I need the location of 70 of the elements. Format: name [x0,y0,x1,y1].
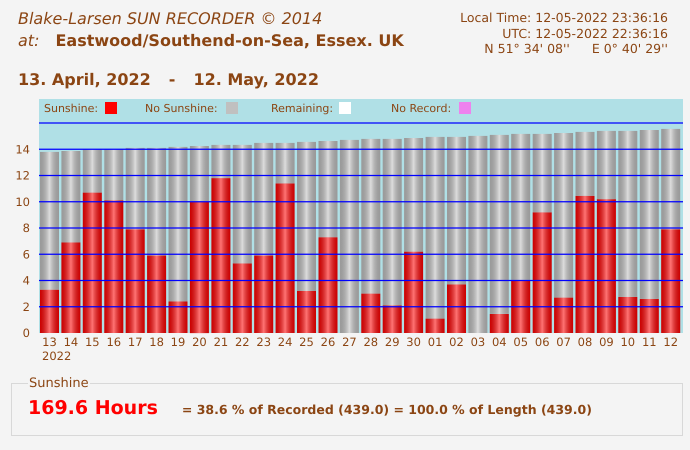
axis-label: 2 [22,300,30,314]
axis-label: 8 [22,221,30,235]
axis-label: 28 [363,335,378,349]
axis-label: 02 [449,335,464,349]
app-title: Blake-Larsen SUN RECORDER © 2014 [18,8,324,30]
axis-label: 15 [84,335,100,349]
legend-label: No Sunshine: [145,102,218,115]
axis-label: 22 [234,335,250,349]
sunshine-bar [361,294,380,333]
axis-label: 27 [342,335,357,349]
axis-label: 13 [42,335,57,349]
no-sunshine-bar [576,132,594,196]
axis-label: 30 [406,335,421,349]
location-label: at: [18,30,40,52]
axis-label: 14 [15,142,30,156]
no-sunshine-bar [104,149,124,200]
axis-label: 6 [22,247,30,262]
sunshine-bar [426,318,445,333]
axis-label: 20 [192,335,207,349]
axis-label: 14 [64,335,78,349]
axis-label: 12 [663,335,678,349]
axis-label: 29 [384,335,400,349]
axis-label: 17 [128,335,143,349]
no-sunshine-bar [276,142,295,184]
longitude: E 0° 40' 29'' [592,41,668,56]
axis-label: 09 [599,335,614,349]
axis-label: 18 [149,335,164,349]
axis-label: 26 [320,335,336,349]
legend-label: Sunshine: [44,102,98,115]
sunshine-bar [40,290,59,333]
sunshine-bar [490,314,509,333]
axis-label: 10 [620,335,636,349]
sunshine-bar [447,284,466,333]
axis-label: 16 [106,335,122,349]
axis-label: 06 [534,335,550,349]
axis-label: 05 [513,335,528,349]
sunshine-bar [554,298,574,333]
axis-label: 03 [470,335,486,349]
sunshine-bar [511,280,530,333]
axis-label: 25 [299,335,314,349]
axis-label: 11 [642,335,657,349]
axis-label: 0 [22,326,30,340]
axis-label: 21 [214,335,228,349]
latitude: N 51° 34' 08'' [484,41,570,56]
legend-label: Remaining: [271,102,334,115]
axis-label: 10 [15,194,30,209]
no-sunshine-bar [190,146,209,202]
period-start: 13. April, 2022 [18,69,151,91]
axis-label: 07 [556,335,571,349]
sunshine-hours: 169.6 Hours [28,396,158,420]
location-name: Eastwood/Southend-on-Sea, Essex. UK [55,30,404,52]
utc-time: UTC: 12-05-2022 22:36:16 [502,26,668,41]
period-separator: - [168,69,176,91]
sunshine-bar [168,302,188,333]
axis-label: 12 [15,168,30,182]
sunshine-summary: = 38.6 % of Recorded (439.0) = 100.0 % of Length (439.0) [182,400,592,419]
legend-label: No Record: [391,102,452,115]
local-time: Local Time: 12-05-2022 23:36:16 [460,10,668,26]
period-end: 12. May, 2022 [193,69,319,91]
year-label: 2022 [42,349,72,363]
no-sunshine-bar [82,149,102,193]
axis-label: 19 [170,335,186,349]
panel-title: Sunshine [28,375,90,393]
axis-label: 08 [578,335,592,349]
axis-label: 4 [22,274,30,288]
axis-label: 01 [428,335,442,349]
axis-label: 23 [256,335,272,349]
sunshine-bar [297,291,316,333]
axis-label: 04 [492,335,507,349]
axis-label: 24 [278,335,292,349]
